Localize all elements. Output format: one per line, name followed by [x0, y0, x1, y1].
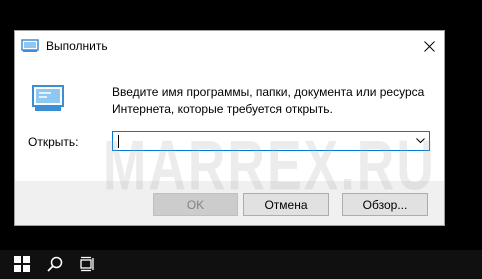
task-view-icon[interactable]	[80, 256, 96, 272]
window-title: Выполнить	[46, 39, 108, 53]
chevron-down-icon[interactable]	[416, 138, 425, 144]
run-icon	[21, 39, 39, 52]
dialog-body	[15, 61, 444, 181]
instruction-text: Введите имя программы, папки, документа …	[112, 85, 425, 116]
close-button[interactable]	[414, 31, 444, 61]
open-label: Открыть:	[28, 135, 79, 149]
browse-button[interactable]: Обзор...	[342, 193, 428, 216]
taskbar	[0, 250, 482, 279]
run-icon	[32, 85, 64, 111]
cancel-button[interactable]: Отмена	[243, 193, 329, 216]
windows-start-icon[interactable]	[14, 256, 30, 272]
text-caret	[118, 135, 119, 148]
open-combobox[interactable]	[112, 131, 430, 151]
command-input[interactable]	[121, 133, 406, 149]
search-icon[interactable]	[47, 256, 63, 272]
run-dialog: Выполнить Введите имя программы, папки, …	[14, 30, 445, 226]
title-bar: Выполнить	[15, 31, 444, 61]
close-icon	[423, 40, 435, 52]
ok-button[interactable]: OK	[153, 193, 238, 216]
